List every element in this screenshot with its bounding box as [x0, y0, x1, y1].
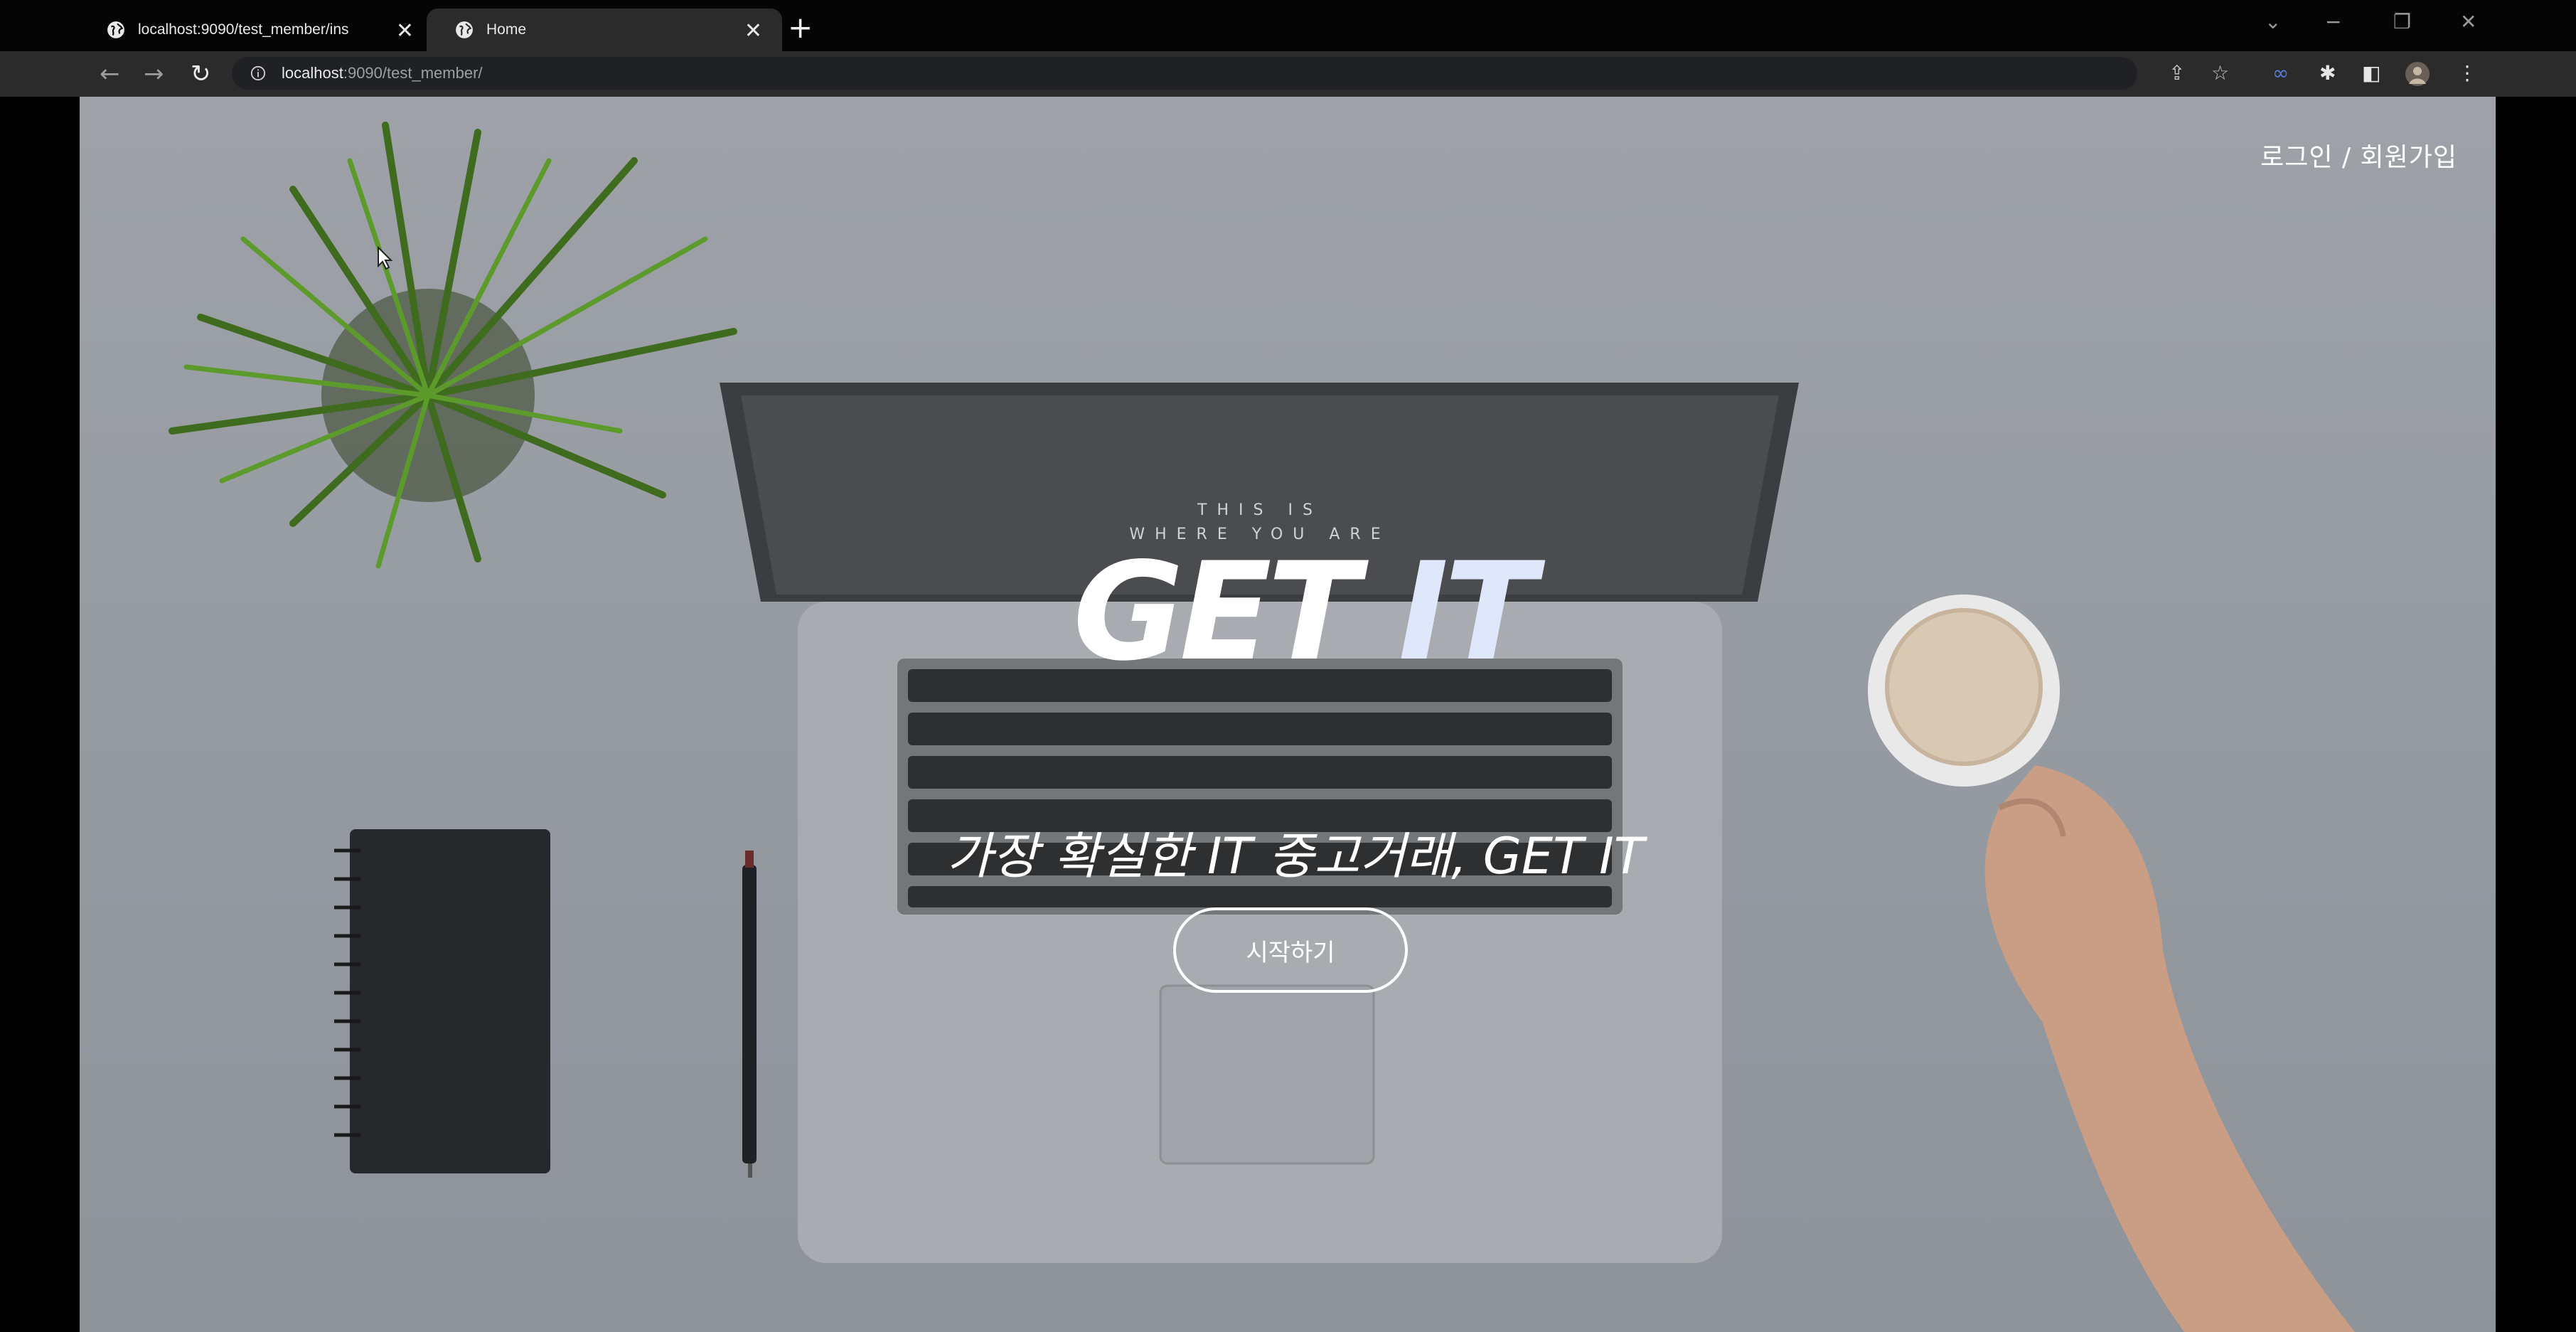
new-tab-button[interactable]: +: [788, 10, 813, 45]
tab-title: localhost:9090/test_member/ins: [138, 21, 349, 38]
bookmark-star-icon[interactable]: ☆: [2211, 61, 2229, 85]
menu-dots-icon[interactable]: ⋮: [2457, 61, 2477, 85]
title-word-get: GET: [1073, 533, 1359, 691]
browser-tab-strip: localhost:9090/test_member/ins ✕ Home ✕ …: [0, 0, 2576, 51]
avatar[interactable]: [2405, 61, 2430, 87]
notebook-image: [334, 829, 550, 1173]
title-word-it: IT: [1398, 533, 1536, 691]
url-path: :9090/test_member/: [343, 64, 483, 82]
start-button[interactable]: 시작하기: [1173, 907, 1408, 993]
forward-icon[interactable]: →: [144, 60, 164, 88]
tab-title: Home: [486, 21, 527, 38]
restore-icon[interactable]: ❐: [2393, 10, 2411, 33]
url-host: localhost: [282, 64, 343, 82]
plant-image: [169, 122, 737, 569]
share-icon[interactable]: ⇪: [2169, 61, 2185, 85]
page-viewport: THIS IS WHERE YOU ARE 로그인 / 회원가입 GET IT …: [80, 97, 2496, 1332]
hand-image: [1984, 765, 2355, 1332]
reload-icon[interactable]: ↻: [191, 60, 211, 88]
screen-text-1: THIS IS: [1197, 501, 1322, 519]
close-window-icon[interactable]: ✕: [2460, 10, 2476, 33]
address-bar[interactable]: localhost:9090/test_member/: [232, 57, 2137, 90]
side-panel-icon[interactable]: ◧: [2362, 61, 2380, 85]
minimize-icon[interactable]: −: [2325, 10, 2341, 33]
globe-icon: [456, 21, 473, 38]
close-tab-icon[interactable]: ✕: [744, 18, 762, 43]
info-icon: [250, 65, 266, 81]
hero-subtitle: 가장 확실한 IT 중고거래, GET IT: [946, 827, 1645, 885]
globe-icon: [107, 21, 124, 38]
coffee-cup-image: [1868, 595, 2060, 787]
login-signup-link[interactable]: 로그인 / 회원가입: [2260, 137, 2457, 174]
browser-toolbar: ← → ↻ localhost:9090/test_member/ ⇪ ☆ ∞ …: [0, 51, 2576, 97]
hero-background-photo: THIS IS WHERE YOU ARE: [169, 122, 2355, 1332]
tab-localhost[interactable]: localhost:9090/test_member/ins ✕: [78, 9, 434, 51]
pen-image: [742, 851, 757, 1178]
extensions-puzzle-icon[interactable]: ✱: [2319, 61, 2336, 85]
tab-search-icon[interactable]: ⌄: [2265, 10, 2281, 33]
hero-title: GET IT: [947, 545, 1658, 680]
tab-home[interactable]: Home ✕: [427, 9, 782, 51]
close-tab-icon[interactable]: ✕: [396, 18, 414, 43]
extension-icon[interactable]: ∞: [2272, 61, 2289, 85]
back-icon[interactable]: ←: [100, 60, 120, 88]
mouse-cursor-icon: [378, 246, 393, 270]
